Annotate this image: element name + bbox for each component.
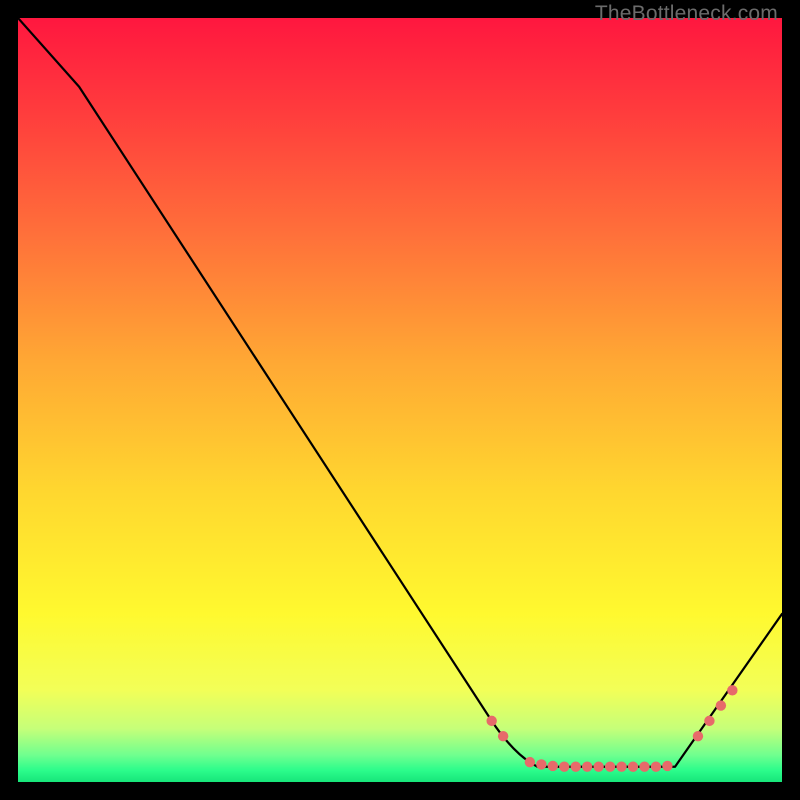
bottleneck-chart <box>18 18 782 782</box>
marker-dot <box>628 762 638 772</box>
marker-dot <box>559 762 569 772</box>
marker-dot <box>486 716 496 726</box>
marker-dot <box>716 700 726 710</box>
marker-dot <box>498 731 508 741</box>
marker-dot <box>525 757 535 767</box>
marker-dot <box>651 762 661 772</box>
marker-dot <box>548 761 558 771</box>
marker-dot <box>582 762 592 772</box>
marker-dot <box>616 762 626 772</box>
chart-background <box>18 18 782 782</box>
marker-dot <box>727 685 737 695</box>
marker-dot <box>593 762 603 772</box>
marker-dot <box>639 762 649 772</box>
marker-dot <box>605 762 615 772</box>
marker-dot <box>693 731 703 741</box>
chart-frame <box>18 18 782 782</box>
watermark-text: TheBottleneck.com <box>595 2 778 26</box>
marker-dot <box>571 762 581 772</box>
marker-dot <box>536 759 546 769</box>
marker-dot <box>704 716 714 726</box>
marker-dot <box>662 761 672 771</box>
